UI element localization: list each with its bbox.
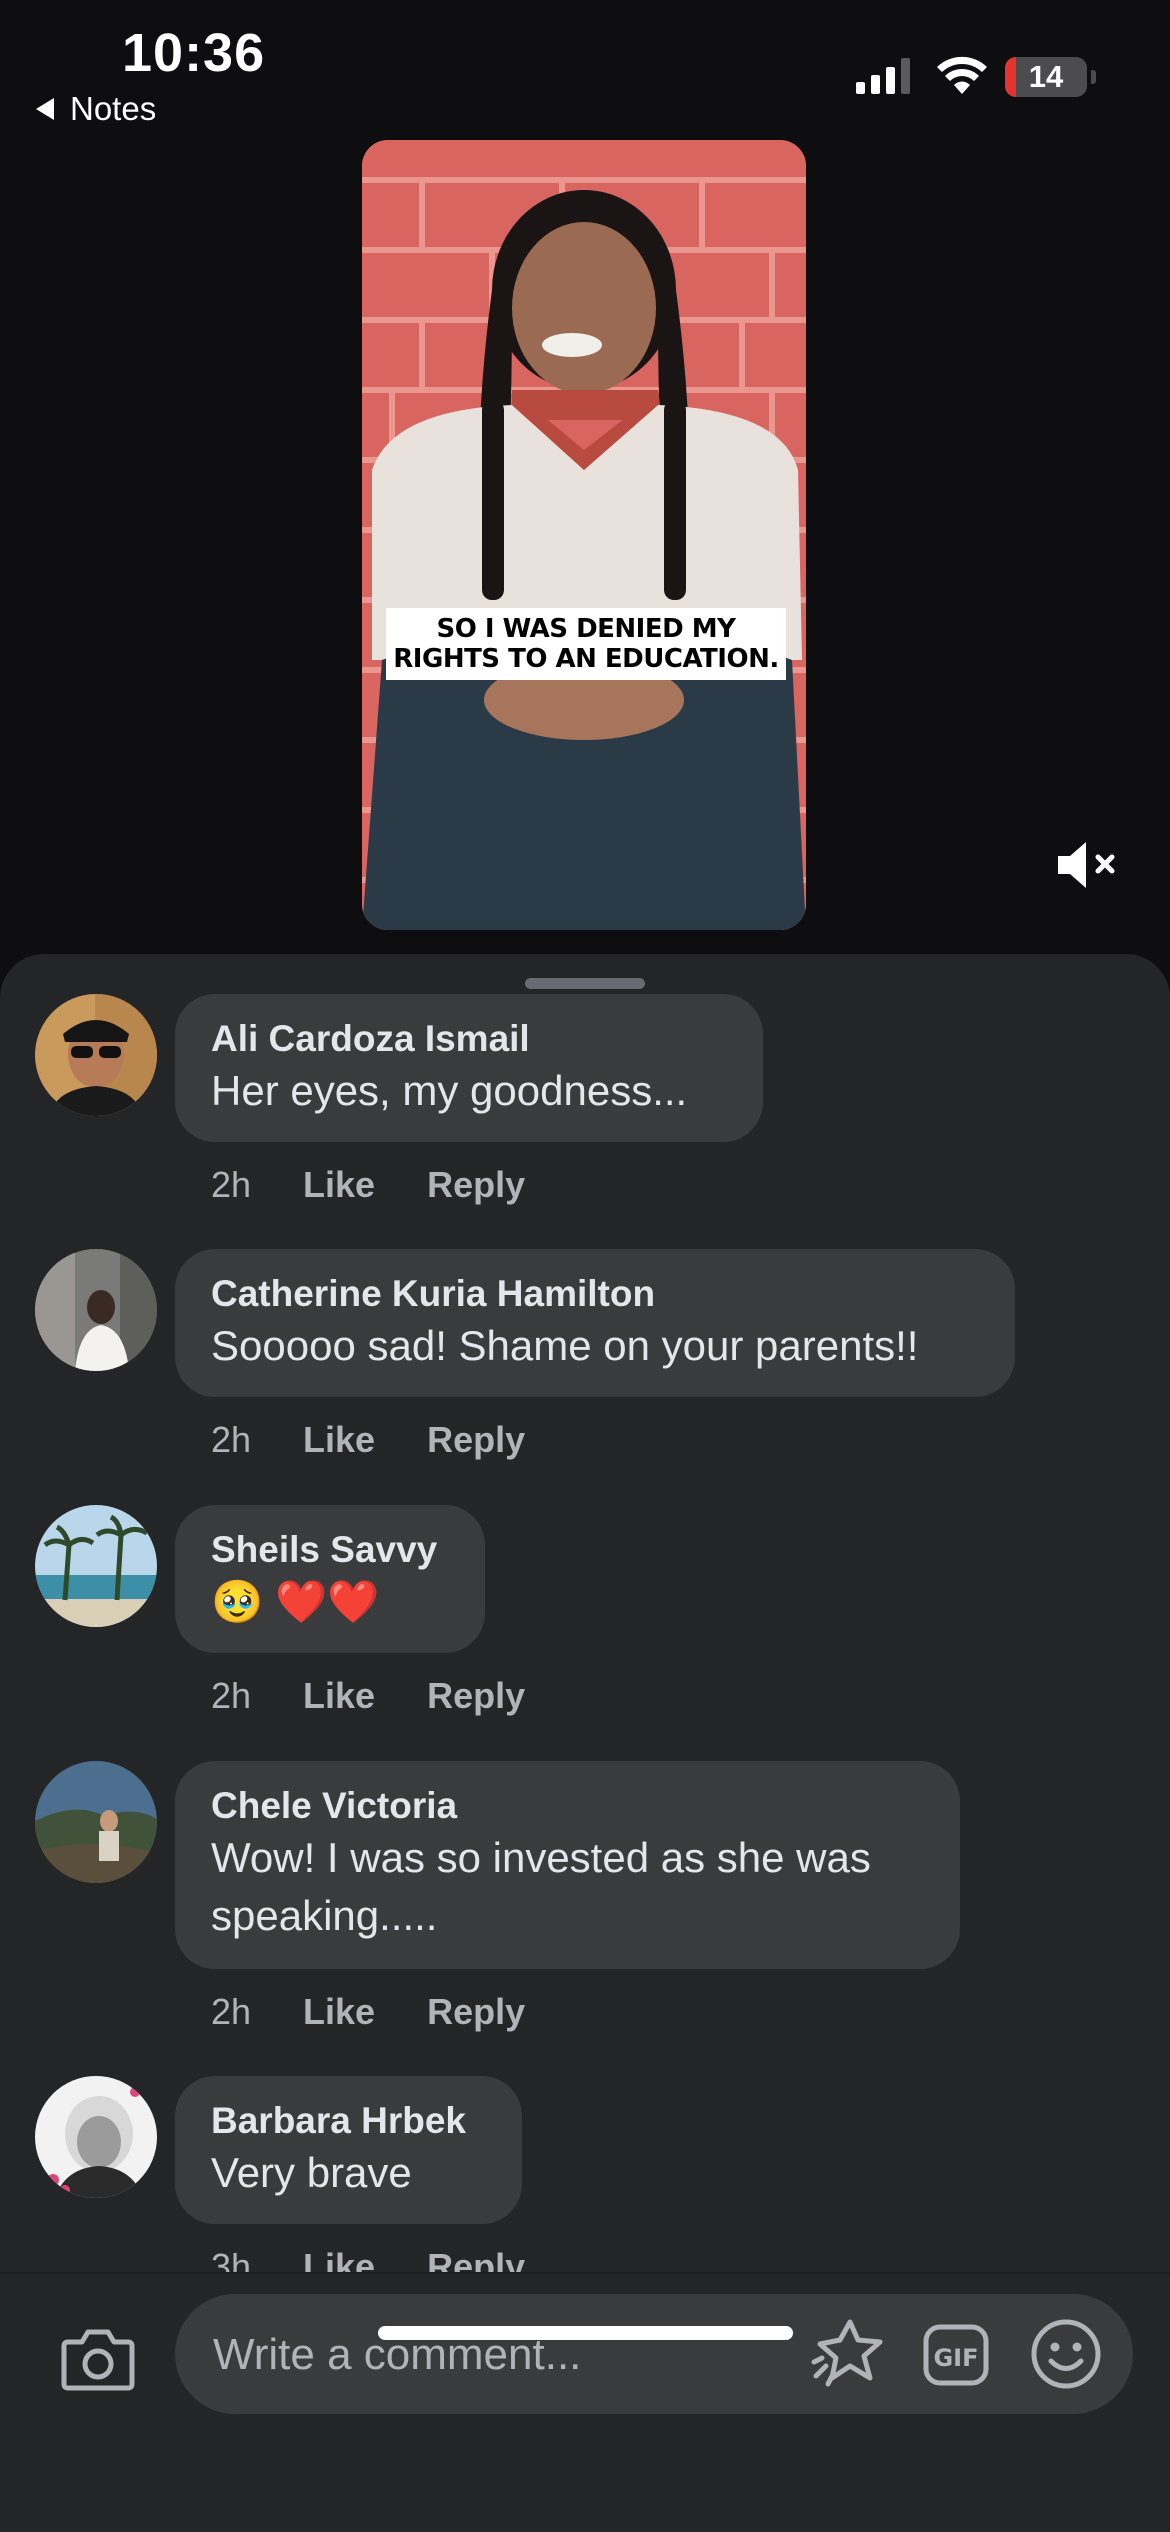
comment-time: 2h — [211, 1991, 252, 2032]
caption-line-1: SO I WAS DENIED MY — [436, 614, 736, 644]
video-frame — [362, 140, 806, 930]
gif-icon[interactable]: GIF — [923, 2324, 989, 2386]
svg-text:GIF: GIF — [933, 2344, 978, 2372]
camera-icon[interactable] — [60, 2324, 136, 2394]
back-to-notes-link[interactable]: Notes — [36, 90, 156, 128]
reply-button[interactable]: Reply — [427, 1991, 525, 2033]
comment-bubble[interactable]: Ali Cardoza Ismail Her eyes, my goodness… — [175, 994, 763, 1142]
avatar[interactable] — [35, 1761, 157, 1883]
back-arrow-icon — [36, 98, 54, 120]
speaker-muted-icon[interactable] — [1054, 836, 1124, 894]
status-time: 10:36 — [122, 23, 266, 83]
comment-author[interactable]: Barbara Hrbek — [211, 2098, 486, 2144]
comment-time: 2h — [211, 1164, 252, 1205]
like-button[interactable]: Like — [303, 1675, 375, 1717]
reply-button[interactable]: Reply — [427, 1419, 525, 1461]
sheet-grabber[interactable] — [525, 978, 645, 989]
comment-actions: 2h Like Reply — [211, 1164, 525, 1206]
battery-cap — [1091, 70, 1096, 84]
home-indicator[interactable] — [378, 2326, 793, 2340]
comment-author[interactable]: Chele Victoria — [211, 1783, 924, 1829]
comment-bubble[interactable]: Chele Victoria Wow! I was so invested as… — [175, 1761, 960, 1969]
comment-actions: 2h Like Reply — [211, 1991, 525, 2033]
cellular-signal-icon — [856, 56, 910, 94]
battery-icon: 14 — [1005, 57, 1087, 97]
comment-text: Her eyes, my goodness... — [211, 1067, 688, 1114]
comment-bubble[interactable]: Sheils Savvy 🥹 ❤️❤️ — [175, 1505, 485, 1653]
comment-bubble[interactable]: Catherine Kuria Hamilton Sooooo sad! Sha… — [175, 1249, 1015, 1397]
comment-input[interactable] — [211, 2294, 815, 2416]
comment-text: Sooooo sad! Shame on your parents!! — [211, 1322, 919, 1369]
battery-level: 14 — [1028, 59, 1064, 94]
comment-time: 2h — [211, 1419, 252, 1460]
comment-composer: GIF — [0, 2272, 1170, 2532]
avatar[interactable] — [35, 1505, 157, 1627]
comment-text: Very brave — [211, 2149, 412, 2196]
emoji-icon[interactable] — [1030, 2318, 1102, 2390]
comment-author[interactable]: Sheils Savvy — [211, 1527, 449, 1573]
comment-actions: 2h Like Reply — [211, 1419, 525, 1461]
avatar[interactable] — [35, 1249, 157, 1371]
comment-text: Wow! I was so invested as she was speaki… — [211, 1834, 871, 1939]
video-player[interactable]: SO I WAS DENIED MY RIGHTS TO AN EDUCATIO… — [362, 140, 806, 930]
comment-input-container[interactable]: GIF — [175, 2294, 1133, 2416]
comment-author[interactable]: Ali Cardoza Ismail — [211, 1016, 727, 1062]
comment-author[interactable]: Catherine Kuria Hamilton — [211, 1271, 979, 1317]
like-button[interactable]: Like — [303, 1164, 375, 1206]
back-label: Notes — [70, 90, 157, 127]
comment-bubble[interactable]: Barbara Hrbek Very brave — [175, 2076, 522, 2224]
comment-time: 2h — [211, 1675, 252, 1716]
like-button[interactable]: Like — [303, 1991, 375, 2033]
avatar[interactable] — [35, 2076, 157, 2198]
reply-button[interactable]: Reply — [427, 1164, 525, 1206]
reply-button[interactable]: Reply — [427, 1675, 525, 1717]
wifi-icon — [937, 56, 987, 94]
avatar[interactable] — [35, 994, 157, 1116]
video-caption: SO I WAS DENIED MY RIGHTS TO AN EDUCATIO… — [386, 608, 786, 680]
avatar-sticker-icon[interactable] — [810, 2318, 886, 2390]
comment-actions: 2h Like Reply — [211, 1675, 525, 1717]
like-button[interactable]: Like — [303, 1419, 375, 1461]
comment-text: 🥹 ❤️❤️ — [211, 1578, 380, 1625]
caption-line-2: RIGHTS TO AN EDUCATION. — [393, 644, 779, 674]
screen: 10:36 Notes 14 SO I WAS DENIED MY RIGHTS… — [0, 0, 1170, 2532]
